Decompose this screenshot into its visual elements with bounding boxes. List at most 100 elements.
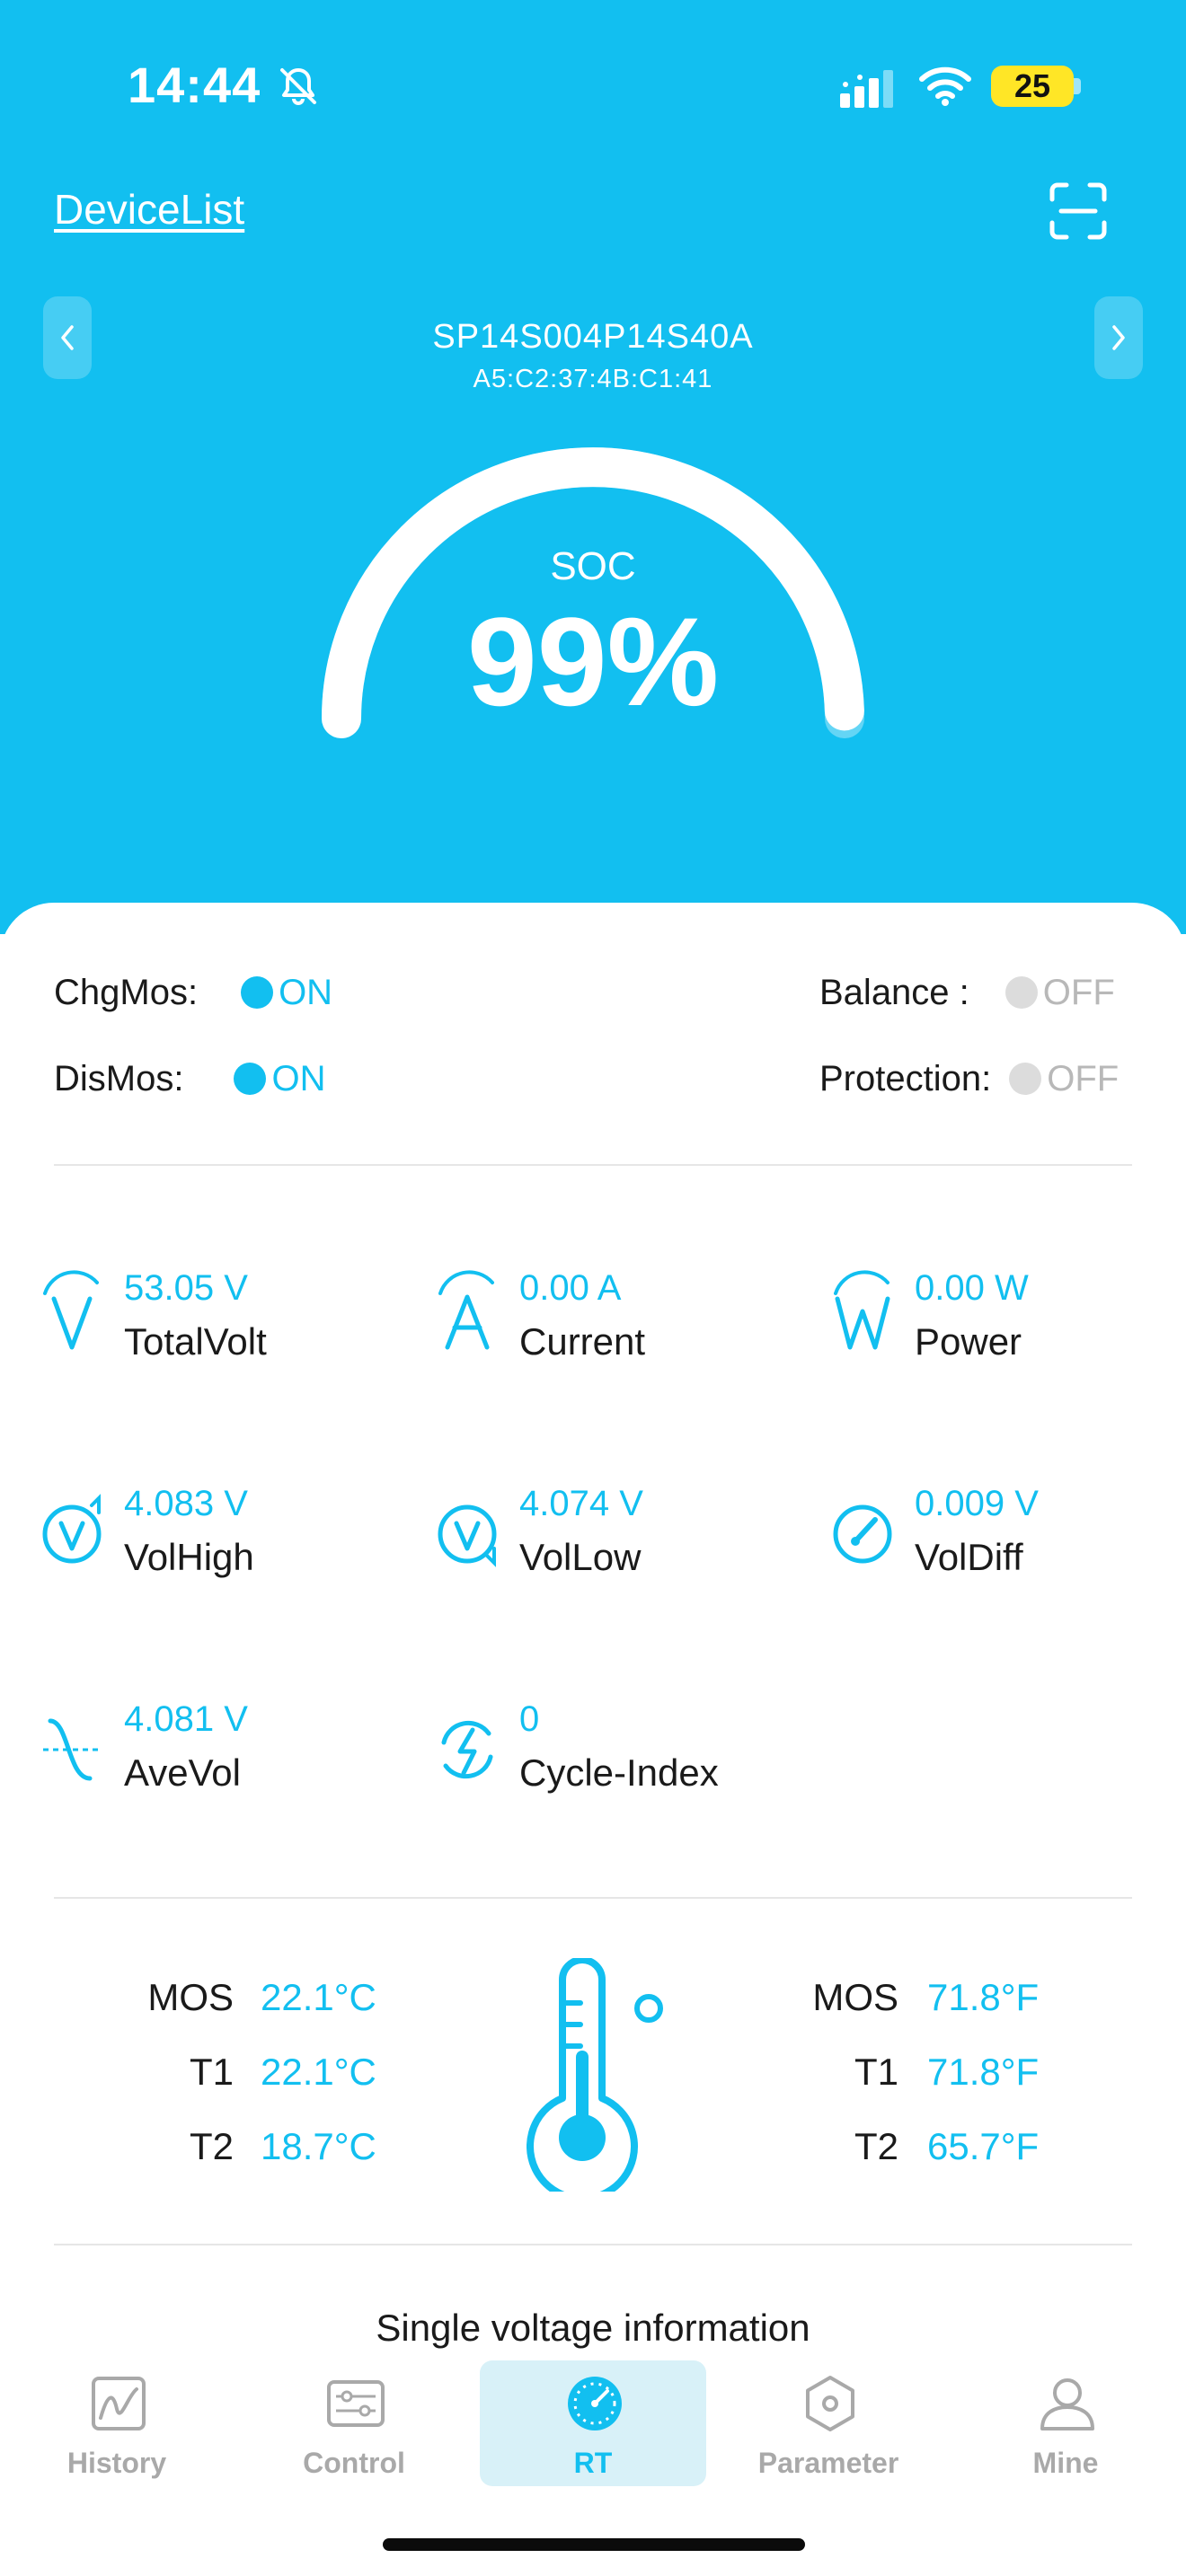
realtime-gauge-icon (568, 2377, 622, 2430)
metric-name: TotalVolt (124, 1320, 267, 1363)
metric-vol-diff: 0.009 V VolDiff (832, 1484, 1186, 1578)
history-chart-icon (92, 2377, 146, 2430)
temp-row-t2-c: T2 (54, 2125, 234, 2179)
soc-label: SOC (550, 544, 636, 588)
current-icon (438, 1270, 494, 1350)
metric-name: VolHigh (124, 1536, 254, 1578)
protection-label: Protection: (819, 1058, 992, 1098)
tab-parameter[interactable]: Parameter (715, 2360, 942, 2486)
temp-value: 65.7°F (927, 2125, 1040, 2167)
protection-row: Protection: OFF (819, 1056, 1119, 1101)
temp-row-mos-f: MOS (719, 1976, 898, 2030)
tab-label: RT (573, 2447, 613, 2479)
control-sliders-icon (327, 2380, 385, 2427)
metric-value: 0 (519, 1699, 540, 1739)
temp-label: T1 (189, 2051, 234, 2093)
tab-label: Mine (1032, 2447, 1099, 2479)
temp-value: 18.7°C (261, 2125, 376, 2167)
metric-cycle-index: 0 Cycle-Index (437, 1699, 796, 1794)
status-bar: 14:44 25 (0, 0, 1186, 171)
metric-name: Cycle-Index (519, 1751, 719, 1794)
metric-ave-vol: 4.081 V AveVol (41, 1699, 401, 1794)
chgmos-state: ON (279, 972, 333, 1012)
metric-name: AveVol (124, 1751, 241, 1794)
metric-name: VolDiff (915, 1536, 1023, 1578)
temp-value: 71.8°F (927, 2051, 1040, 2093)
average-wave-icon (43, 1718, 101, 1781)
user-icon (1040, 2378, 1094, 2430)
tab-history[interactable]: History (4, 2360, 230, 2486)
temp-value: 22.1°C (261, 2051, 376, 2093)
balance-state: OFF (1042, 972, 1115, 1012)
metric-value: 4.083 V (124, 1484, 248, 1523)
divider (54, 1164, 1132, 1166)
single-voltage-title: Single voltage information (376, 2307, 810, 2349)
battery-nub (1074, 78, 1081, 94)
metric-current: 0.00 A Current (437, 1268, 796, 1363)
cellular-signal-icon (840, 70, 893, 108)
tab-label: Parameter (757, 2447, 899, 2479)
device-mac: A5:C2:37:4B:C1:41 (473, 365, 713, 393)
divider (54, 2244, 1132, 2245)
temp-row-t1-f: T1 (719, 2051, 898, 2104)
voltage-low-icon (438, 1504, 497, 1567)
parameter-hexagon-icon (806, 2376, 854, 2431)
cycle-bolt-icon (441, 1720, 493, 1779)
battery-level: 25 (1013, 67, 1051, 104)
gauge-icon (833, 1504, 892, 1564)
power-icon (834, 1270, 890, 1350)
device-name: SP14S004P14S40A (432, 318, 754, 356)
home-indicator (383, 2538, 805, 2551)
metric-name: Current (519, 1320, 646, 1363)
device-list-link[interactable]: DeviceList (54, 185, 244, 234)
temp-label: MOS (147, 1976, 234, 2018)
metric-name: Power (915, 1320, 1022, 1363)
temp-value: 22.1°C (261, 1976, 376, 2018)
temp-label: MOS (812, 1976, 898, 2018)
temp-label: T2 (854, 2125, 898, 2167)
tab-label: Control (303, 2447, 405, 2479)
metric-vol-high: 4.083 V VolHigh (41, 1484, 401, 1578)
voltage-high-icon (42, 1494, 102, 1564)
dismos-state: ON (271, 1058, 326, 1098)
tab-label: History (66, 2447, 167, 2479)
dismos-row: DisMos: ON (54, 1056, 325, 1101)
metric-value: 0.009 V (915, 1484, 1039, 1523)
chgmos-label: ChgMos: (54, 972, 199, 1012)
temp-label: T2 (189, 2125, 234, 2167)
protection-indicator (1009, 1063, 1042, 1095)
metric-power: 0.00 W Power (832, 1268, 1186, 1363)
balance-row: Balance : OFF (819, 970, 1115, 1015)
metric-vol-low: 4.074 V VolLow (437, 1484, 796, 1578)
bell-slash-icon (280, 68, 316, 105)
metric-value: 4.074 V (519, 1484, 643, 1523)
chgmos-row: ChgMos: ON (54, 970, 332, 1015)
chgmos-indicator (241, 976, 274, 1009)
temp-value: 71.8°F (927, 1976, 1040, 2018)
tab-control[interactable]: Control (241, 2360, 467, 2486)
metric-value: 0.00 W (915, 1268, 1029, 1308)
metric-name: VolLow (519, 1536, 642, 1578)
protection-state: OFF (1047, 1058, 1120, 1098)
temp-row-mos-c: MOS (54, 1976, 234, 2030)
thermometer-icon (527, 1958, 663, 2192)
status-time: 14:44 (128, 57, 261, 113)
balance-indicator (1005, 976, 1038, 1009)
metric-value: 53.05 V (124, 1268, 248, 1308)
temp-row-t1-c: T1 (54, 2051, 234, 2104)
tab-mine[interactable]: Mine (952, 2360, 1179, 2486)
soc-value: 99% (466, 591, 720, 732)
temp-row-t2-f: T2 (719, 2125, 898, 2179)
scan-icon[interactable] (1047, 180, 1110, 243)
dismos-label: DisMos: (54, 1058, 184, 1098)
wifi-icon (919, 66, 971, 106)
metric-value: 4.081 V (124, 1699, 248, 1739)
divider (54, 1897, 1132, 1899)
temp-label: T1 (854, 2051, 898, 2093)
metric-total-volt: 53.05 V TotalVolt (41, 1268, 401, 1363)
tab-rt[interactable]: RT (480, 2360, 706, 2486)
metric-value: 0.00 A (519, 1268, 622, 1308)
balance-label: Balance : (819, 972, 969, 1012)
dismos-indicator (234, 1063, 267, 1095)
voltage-icon (43, 1270, 99, 1350)
